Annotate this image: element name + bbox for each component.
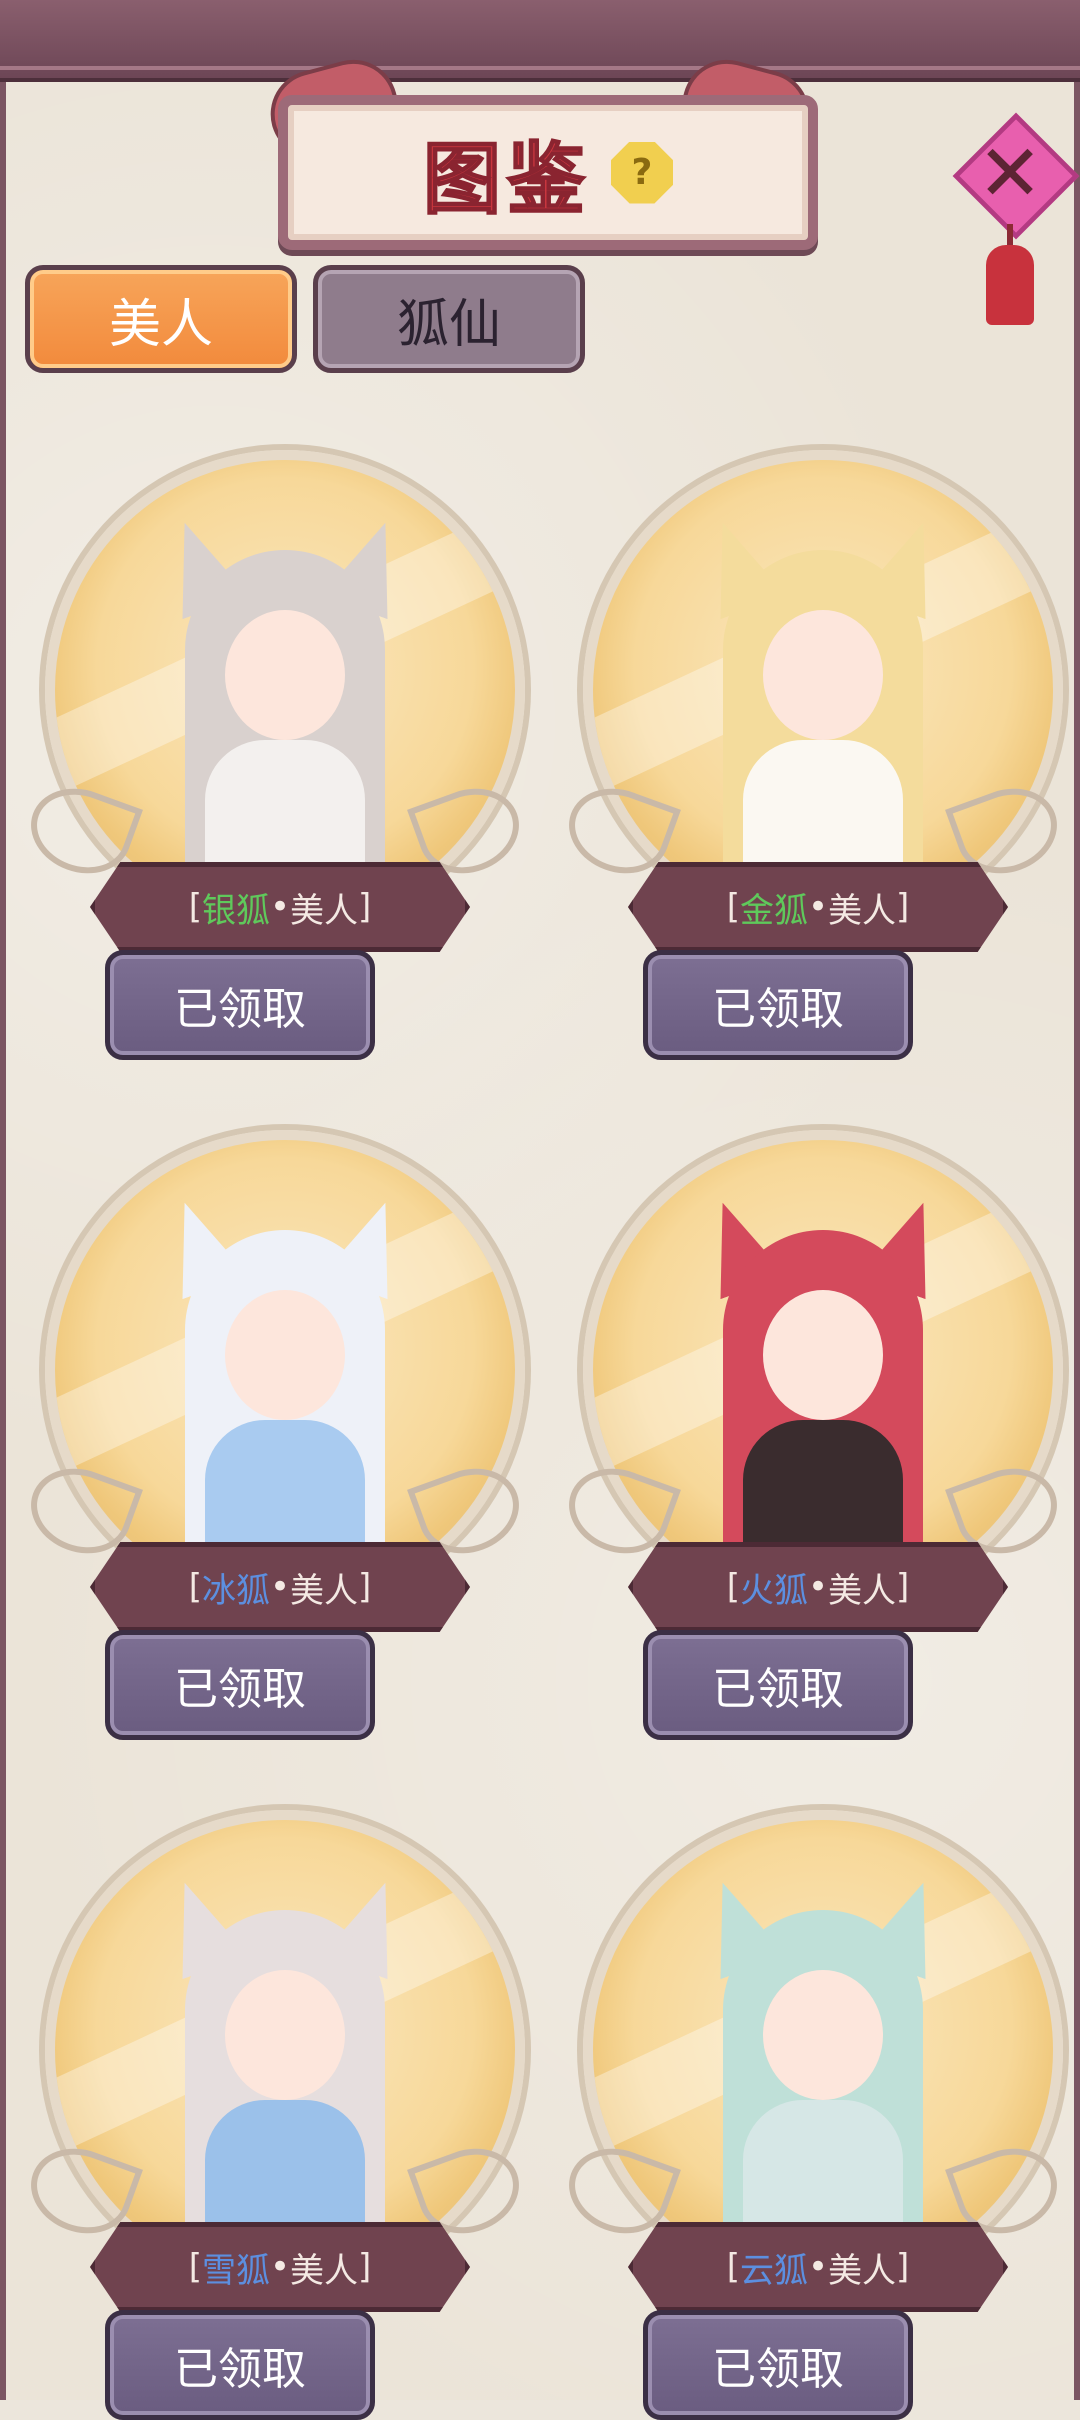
claimed-button[interactable]: 已领取	[643, 2310, 913, 2420]
bracket-close: ]	[896, 2247, 910, 2287]
character-face	[763, 610, 883, 740]
close-button[interactable]: ✕	[950, 112, 1080, 330]
name-banner: [ 雪狐 • 美人 ]	[90, 2222, 470, 2312]
bracket-open: [	[188, 887, 202, 927]
character-card[interactable]: [ 雪狐 • 美人 ] 已领取	[19, 1790, 531, 2420]
character-card[interactable]: [ 冰狐 • 美人 ] 已领取	[19, 1110, 531, 1740]
rank-suffix: 美人	[290, 2250, 359, 2291]
species-name: 雪狐	[201, 2250, 270, 2291]
tab-beauty[interactable]: 美人	[25, 265, 297, 373]
rank-suffix: 美人	[828, 2250, 897, 2291]
character-face	[763, 1970, 883, 2100]
claimed-button[interactable]: 已领取	[105, 1630, 375, 1740]
close-icon: ✕	[977, 129, 1043, 219]
character-face	[763, 1290, 883, 1420]
species-name: 云狐	[739, 2250, 808, 2291]
frame-left	[0, 60, 6, 2400]
question-mark-icon[interactable]: ?	[611, 141, 673, 204]
separator-dot: •	[269, 887, 291, 927]
separator-dot: •	[807, 1567, 829, 1607]
name-banner: [ 云狐 • 美人 ]	[628, 2222, 1008, 2312]
frame-right	[1074, 60, 1080, 2400]
bracket-open: [	[726, 2247, 740, 2287]
name-banner: [ 火狐 • 美人 ]	[628, 1542, 1008, 1632]
bracket-open: [	[726, 887, 740, 927]
character-card[interactable]: [ 云狐 • 美人 ] 已领取	[557, 1790, 1069, 2420]
name-banner: [ 银狐 • 美人 ]	[90, 862, 470, 952]
character-face	[225, 1970, 345, 2100]
character-face	[225, 1290, 345, 1420]
character-card[interactable]: [ 金狐 • 美人 ] 已领取	[557, 430, 1069, 1060]
bracket-close: ]	[358, 1567, 372, 1607]
species-name: 金狐	[739, 890, 808, 931]
claimed-button[interactable]: 已领取	[105, 950, 375, 1060]
title-plaque-group: 图鉴 ?	[260, 49, 820, 250]
character-face	[225, 610, 345, 740]
separator-dot: •	[807, 887, 829, 927]
name-banner: [ 金狐 • 美人 ]	[628, 862, 1008, 952]
claimed-button[interactable]: 已领取	[643, 1630, 913, 1740]
name-banner: [ 冰狐 • 美人 ]	[90, 1542, 470, 1632]
claimed-button[interactable]: 已领取	[105, 2310, 375, 2420]
title-plaque: 图鉴 ?	[278, 95, 818, 250]
tassel-icon	[986, 245, 1034, 325]
separator-dot: •	[269, 1567, 291, 1607]
bracket-close: ]	[896, 887, 910, 927]
character-card[interactable]: [ 火狐 • 美人 ] 已领取	[557, 1110, 1069, 1740]
species-name: 银狐	[201, 890, 270, 931]
species-name: 火狐	[739, 1570, 808, 1611]
rank-suffix: 美人	[828, 890, 897, 931]
separator-dot: •	[269, 2247, 291, 2287]
character-card[interactable]: [ 银狐 • 美人 ] 已领取	[19, 430, 531, 1060]
bracket-open: [	[726, 1567, 740, 1607]
separator-dot: •	[807, 2247, 829, 2287]
bracket-close: ]	[358, 2247, 372, 2287]
bracket-close: ]	[358, 887, 372, 927]
rank-suffix: 美人	[290, 890, 359, 931]
page-title: 图鉴	[422, 133, 591, 226]
rank-suffix: 美人	[290, 1570, 359, 1611]
bracket-close: ]	[896, 1567, 910, 1607]
tab-fox-immortal[interactable]: 狐仙	[313, 265, 585, 373]
species-name: 冰狐	[201, 1570, 270, 1611]
bracket-open: [	[188, 2247, 202, 2287]
bracket-open: [	[188, 1567, 202, 1607]
rank-suffix: 美人	[828, 1570, 897, 1611]
claimed-button[interactable]: 已领取	[643, 950, 913, 1060]
